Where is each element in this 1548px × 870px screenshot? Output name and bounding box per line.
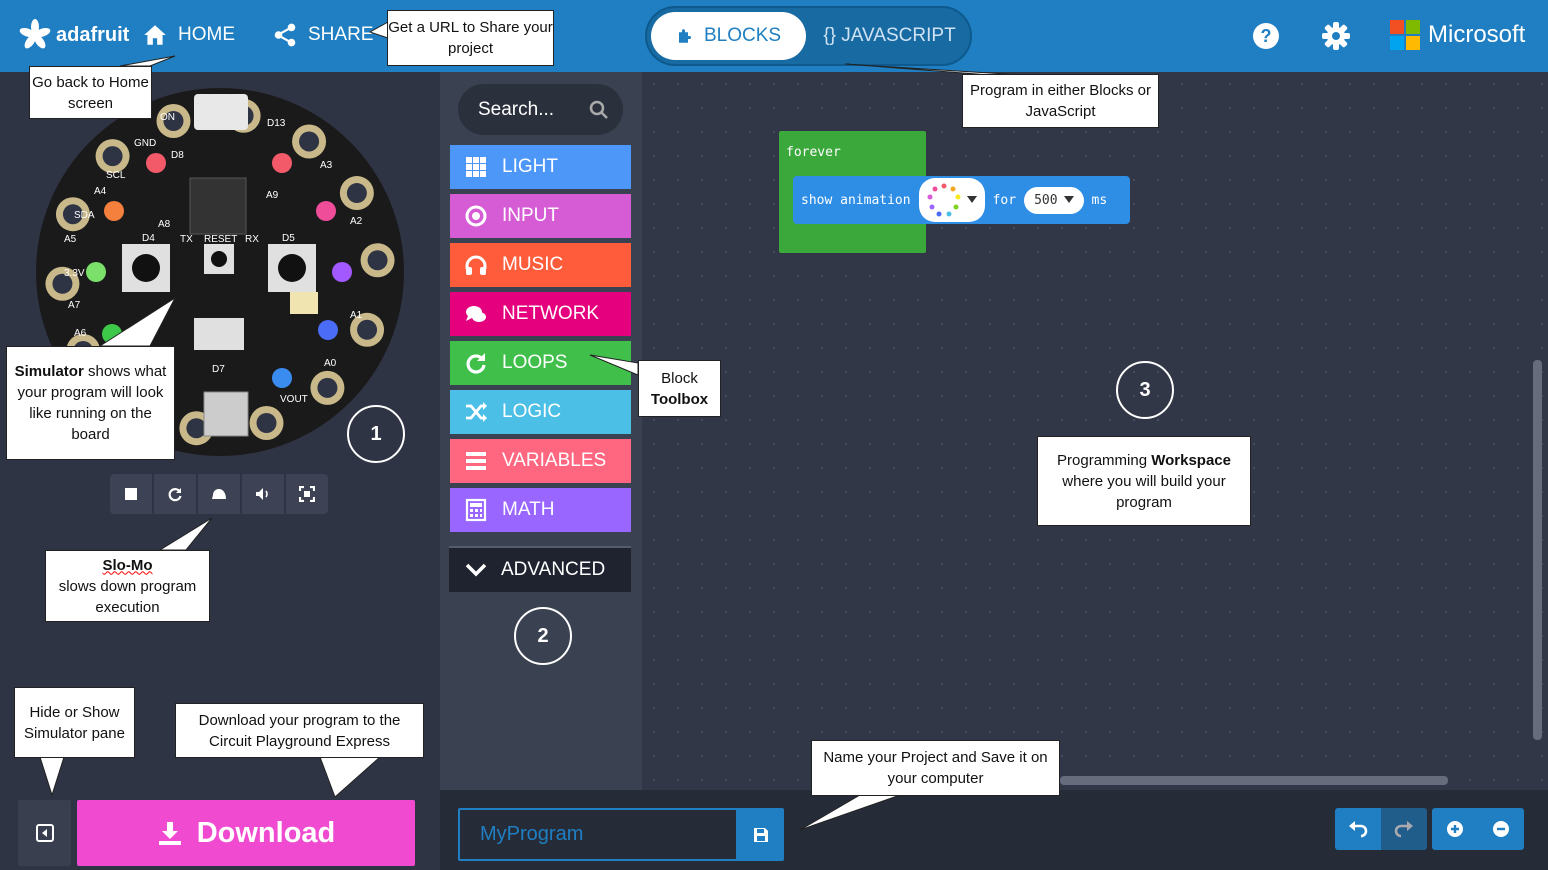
callout-simulator: Simulator shows what your program will l…: [6, 346, 175, 460]
callout-workspace-text: where you will build your program: [1062, 472, 1226, 511]
callout-home: Go back to Home screen: [29, 66, 152, 119]
callout-toolbox: Block Toolbox: [638, 360, 721, 417]
callout-simulator-bold: Simulator: [14, 363, 84, 380]
callout-download: Download your program to the Circuit Pla…: [175, 703, 424, 758]
callout-save: Name your Project and Save it on your co…: [811, 740, 1060, 796]
callout-mode-text: Program in either Blocks or JavaScript: [970, 82, 1151, 120]
callout-save-text: Name your Project and Save it on your co…: [823, 749, 1048, 787]
callout-share-text: Get a URL to Share your project: [388, 19, 553, 57]
marker-workspace: 3: [1116, 361, 1174, 419]
callout-download-text: Download your program to the Circuit Pla…: [198, 711, 401, 750]
callout-slomo: Slo-Mo slows down program execution: [45, 550, 210, 622]
callout-workspace: Programming Workspace where you will bui…: [1037, 436, 1251, 526]
callout-slomo-bold: Slo-Mo: [102, 556, 153, 574]
callout-toolbox-line2: Toolbox: [650, 390, 709, 408]
marker-toolbox: 2: [514, 607, 572, 665]
callout-workspace-bold: Workspace: [1151, 451, 1231, 469]
callout-mode: Program in either Blocks or JavaScript: [962, 74, 1159, 128]
makecode-editor: adafruit HOME SHARE BLOCKS {} JAVASCRIPT…: [0, 0, 1548, 870]
callout-toolbox-line1: Block: [661, 369, 698, 387]
callout-workspace-pre: Programming: [1057, 451, 1152, 469]
callout-home-text: Go back to Home screen: [32, 73, 149, 112]
callout-hide-text: Hide or Show Simulator pane: [24, 703, 125, 742]
callout-hide-simulator: Hide or Show Simulator pane: [14, 687, 135, 758]
callout-share: Get a URL to Share your project: [387, 10, 554, 66]
callout-slomo-text: slows down program execution: [58, 577, 197, 616]
marker-simulator: 1: [347, 405, 405, 463]
